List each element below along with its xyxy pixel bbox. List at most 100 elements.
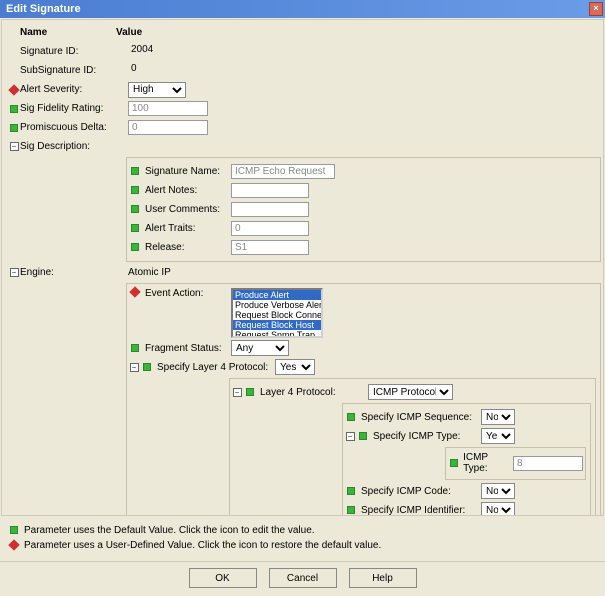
legend: Parameter uses the Default Value. Click … bbox=[0, 517, 605, 559]
help-button[interactable]: Help bbox=[349, 568, 417, 588]
col-name: Name bbox=[8, 27, 116, 38]
list-item[interactable]: Produce Verbose Alert bbox=[233, 300, 321, 310]
select-fragment-status[interactable]: Any bbox=[231, 340, 289, 356]
marker-user-icon bbox=[8, 541, 20, 549]
label-icmp-type-value: ICMP Type: bbox=[463, 452, 513, 474]
listbox-event-action[interactable]: Produce Alert Produce Verbose Alert Requ… bbox=[231, 288, 323, 338]
legend-default-text: Parameter uses the Default Value. Click … bbox=[24, 525, 315, 536]
select-l4-protocol[interactable]: Yes bbox=[275, 359, 315, 375]
input-release[interactable] bbox=[231, 240, 309, 255]
input-alert-notes[interactable] bbox=[231, 183, 309, 198]
row-icmp-type: − Specify ICMP Type: Yes bbox=[345, 427, 588, 445]
list-item[interactable]: Request Snmp Trap bbox=[233, 330, 321, 338]
close-icon[interactable]: × bbox=[589, 2, 603, 16]
column-header: Name Value bbox=[8, 24, 603, 43]
legend-default: Parameter uses the Default Value. Click … bbox=[8, 523, 597, 537]
toggle-icmp-type[interactable]: − bbox=[345, 432, 355, 441]
row-fragment-status: Fragment Status: Any bbox=[129, 339, 598, 357]
col-value: Value bbox=[116, 27, 142, 38]
select-icmp-sequence[interactable]: No bbox=[481, 409, 515, 425]
marker-default-icon[interactable] bbox=[129, 344, 141, 352]
select-icmp-identifier[interactable]: No bbox=[481, 502, 515, 516]
row-subsignature-id: SubSignature ID: 0 bbox=[8, 62, 603, 79]
label-fragment-status: Fragment Status: bbox=[145, 343, 231, 354]
value-subsignature-id: 0 bbox=[128, 63, 140, 78]
select-icmp-type[interactable]: Yes bbox=[481, 428, 515, 444]
toggle-sig-description[interactable]: − bbox=[8, 142, 20, 151]
box-icmp-type: ICMP Type: bbox=[445, 447, 586, 480]
list-item[interactable]: Produce Alert bbox=[233, 290, 321, 300]
label-icmp-sequence: Specify ICMP Sequence: bbox=[361, 412, 481, 423]
row-sfr: Sig Fidelity Rating: bbox=[8, 100, 603, 117]
marker-default-icon[interactable] bbox=[129, 243, 141, 251]
scroll-area[interactable]: Name Value Signature ID: 2004 SubSignatu… bbox=[2, 20, 603, 516]
label-alert-severity: Alert Severity: bbox=[20, 84, 128, 95]
label-alert-traits: Alert Traits: bbox=[145, 223, 231, 234]
marker-default-icon[interactable] bbox=[129, 186, 141, 194]
row-l4-protocol: − Specify Layer 4 Protocol: Yes bbox=[129, 358, 598, 376]
row-alert-severity: Alert Severity: High bbox=[8, 81, 603, 98]
row-signature-name: Signature Name: bbox=[129, 162, 598, 180]
marker-user-icon[interactable] bbox=[129, 288, 141, 296]
marker-default-icon[interactable] bbox=[8, 124, 20, 132]
row-release: Release: bbox=[129, 238, 598, 256]
input-signature-name[interactable] bbox=[231, 164, 335, 179]
input-prom-delta[interactable] bbox=[128, 120, 208, 135]
input-sfr[interactable] bbox=[128, 101, 208, 116]
list-item[interactable]: Request Block Connection bbox=[233, 310, 321, 320]
marker-default-icon[interactable] bbox=[129, 205, 141, 213]
row-sig-description: − Sig Description: bbox=[8, 138, 603, 155]
box-engine: Event Action: Produce Alert Produce Verb… bbox=[126, 283, 601, 516]
ok-button[interactable]: OK bbox=[189, 568, 257, 588]
row-layer4-protocol: − Layer 4 Protocol: ICMP Protocol bbox=[232, 383, 593, 401]
label-alert-notes: Alert Notes: bbox=[145, 185, 231, 196]
marker-default-icon[interactable] bbox=[8, 105, 20, 113]
select-icmp-code[interactable]: No bbox=[481, 483, 515, 499]
marker-default-icon[interactable] bbox=[345, 487, 357, 495]
label-release: Release: bbox=[145, 242, 231, 253]
label-icmp-type: Specify ICMP Type: bbox=[373, 431, 481, 442]
content-area: Name Value Signature ID: 2004 SubSignatu… bbox=[1, 19, 604, 516]
label-signature-id: Signature ID: bbox=[20, 46, 128, 57]
marker-default-icon[interactable] bbox=[129, 167, 141, 175]
input-alert-traits[interactable] bbox=[231, 221, 309, 236]
select-alert-severity[interactable]: High bbox=[128, 82, 186, 98]
marker-default-icon[interactable] bbox=[345, 506, 357, 514]
box-l4-protocol: − Layer 4 Protocol: ICMP Protocol Specif… bbox=[229, 378, 596, 516]
label-sig-description: Sig Description: bbox=[20, 141, 128, 152]
label-engine: Engine: bbox=[20, 267, 128, 278]
value-signature-id: 2004 bbox=[128, 44, 156, 59]
marker-default-icon[interactable] bbox=[129, 224, 141, 232]
label-icmp-code: Specify ICMP Code: bbox=[361, 486, 481, 497]
marker-user-icon[interactable] bbox=[8, 86, 20, 94]
window-title: Edit Signature bbox=[6, 3, 81, 15]
select-layer4-protocol[interactable]: ICMP Protocol bbox=[368, 384, 453, 400]
cancel-button[interactable]: Cancel bbox=[269, 568, 337, 588]
input-icmp-type-value[interactable] bbox=[513, 456, 583, 471]
label-event-action: Event Action: bbox=[145, 288, 231, 299]
marker-default-icon[interactable] bbox=[141, 363, 153, 371]
toggle-l4-protocol[interactable]: − bbox=[129, 363, 139, 372]
label-user-comments: User Comments: bbox=[145, 204, 231, 215]
label-icmp-identifier: Specify ICMP Identifier: bbox=[361, 505, 481, 516]
toggle-engine[interactable]: − bbox=[8, 268, 20, 277]
value-engine: Atomic IP bbox=[128, 267, 171, 278]
row-icmp-identifier: Specify ICMP Identifier: No bbox=[345, 501, 588, 516]
marker-default-icon[interactable] bbox=[448, 459, 459, 467]
label-signature-name: Signature Name: bbox=[145, 166, 231, 177]
input-user-comments[interactable] bbox=[231, 202, 309, 217]
marker-default-icon bbox=[8, 526, 20, 534]
row-user-comments: User Comments: bbox=[129, 200, 598, 218]
toggle-layer4-protocol[interactable]: − bbox=[232, 388, 242, 397]
row-event-action: Event Action: Produce Alert Produce Verb… bbox=[129, 288, 598, 338]
row-signature-id: Signature ID: 2004 bbox=[8, 43, 603, 60]
marker-default-icon[interactable] bbox=[244, 388, 256, 396]
label-sfr: Sig Fidelity Rating: bbox=[20, 103, 128, 114]
list-item[interactable]: Request Block Host bbox=[233, 320, 321, 330]
titlebar: Edit Signature × bbox=[0, 0, 605, 18]
label-subsignature-id: SubSignature ID: bbox=[20, 65, 128, 76]
marker-default-icon[interactable] bbox=[345, 413, 357, 421]
legend-user-text: Parameter uses a User-Defined Value. Cli… bbox=[24, 540, 381, 551]
marker-default-icon[interactable] bbox=[357, 432, 369, 440]
button-bar: OK Cancel Help bbox=[0, 561, 605, 596]
